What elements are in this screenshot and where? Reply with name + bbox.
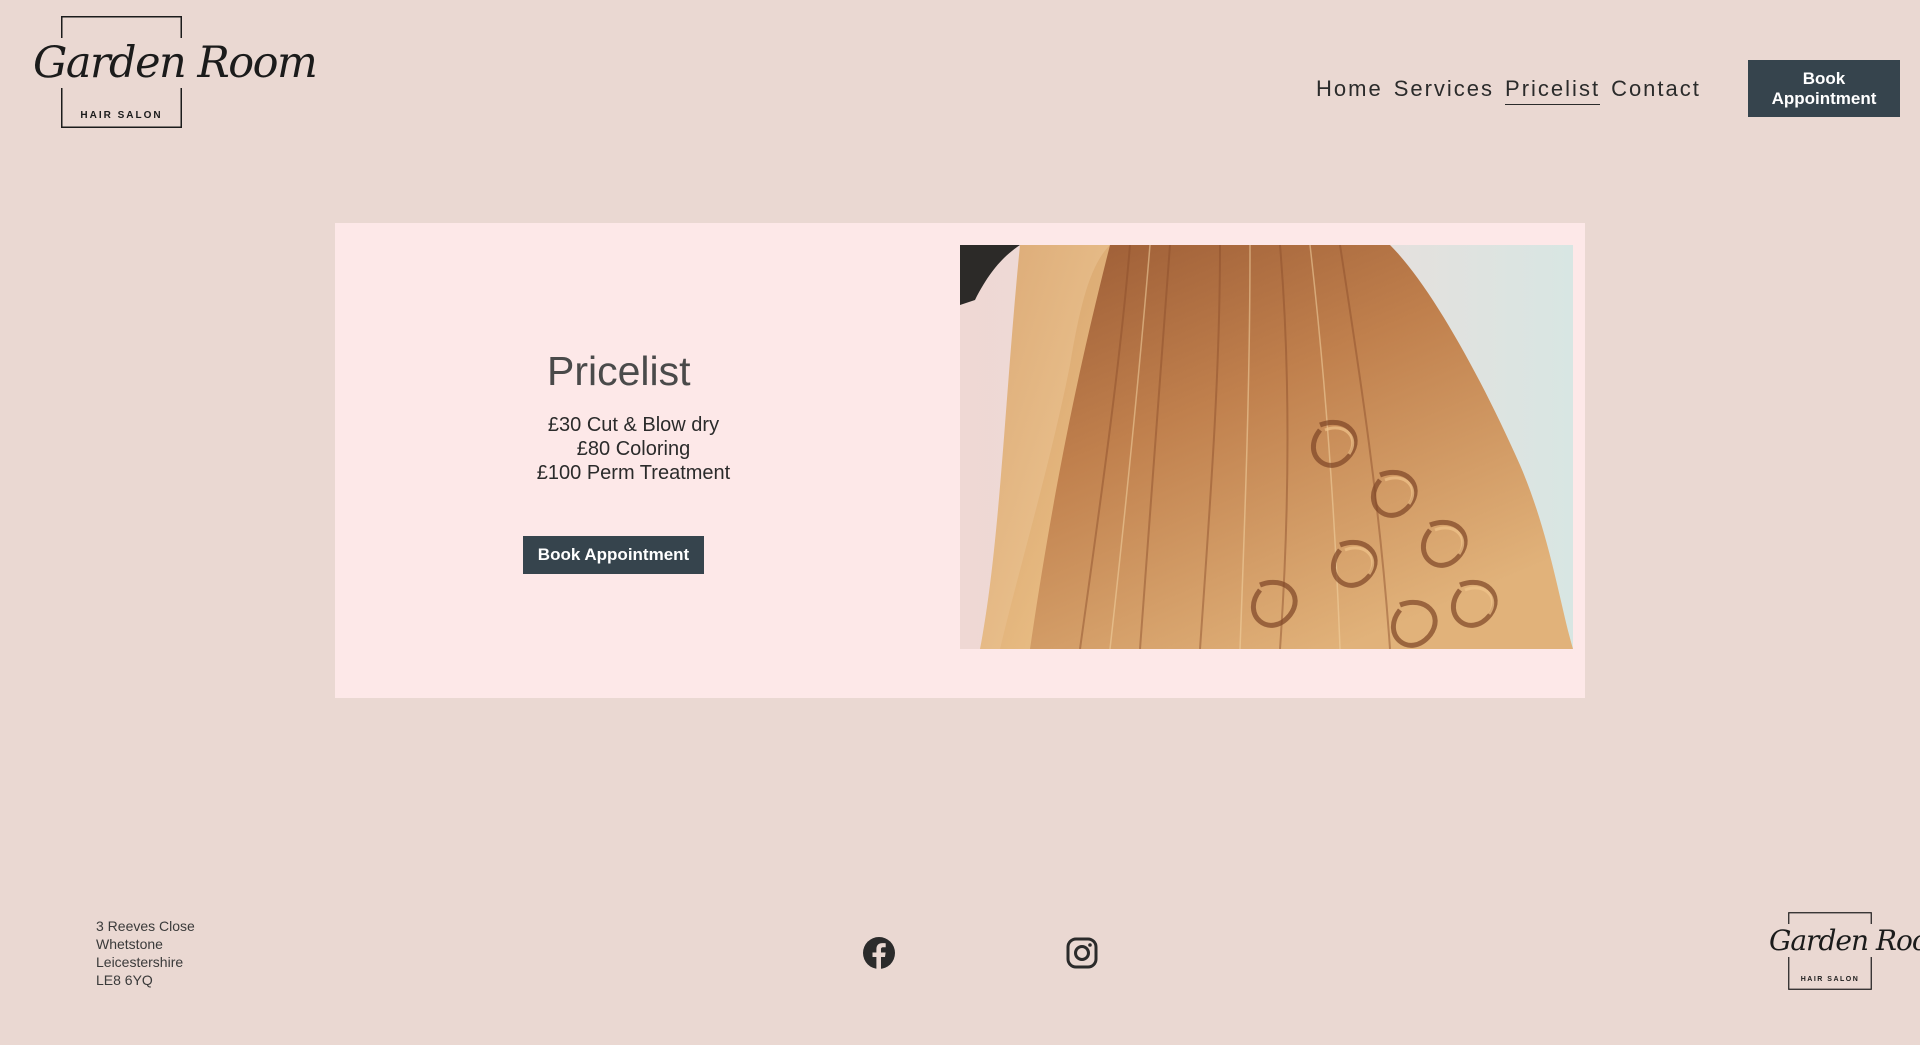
nav-pricelist[interactable]: Pricelist <box>1505 74 1601 105</box>
logo-script: Garden Room <box>31 38 318 88</box>
footer-logo[interactable]: Garden Room HAIR SALON <box>1766 910 1920 992</box>
pricelist-card: Pricelist £30 Cut & Blow dry £80 Colorin… <box>335 223 1585 698</box>
footer-logo-subtitle: HAIR SALON <box>1800 976 1860 983</box>
facebook-icon[interactable] <box>862 936 896 970</box>
hair-image <box>960 245 1573 649</box>
address: 3 Reeves Close Whetstone Leicestershire … <box>96 917 195 989</box>
address-line: Leicestershire <box>96 954 184 970</box>
nav-contact[interactable]: Contact <box>1611 74 1701 105</box>
logo-subtitle: HAIR SALON <box>80 110 163 121</box>
main-nav: Home Services Pricelist Contact <box>1316 74 1701 105</box>
price-item: £100 Perm Treatment <box>536 462 731 484</box>
nav-home[interactable]: Home <box>1316 74 1383 105</box>
price-item: £80 Coloring <box>576 438 691 460</box>
page-title: Pricelist <box>547 348 691 394</box>
address-line: Whetstone <box>96 936 163 952</box>
page: Garden Room HAIR SALON Home Services Pri… <box>0 0 1920 1045</box>
price-item: £30 Cut & Blow dry <box>547 414 720 436</box>
header-book-appointment-button[interactable]: Book Appointment <box>1748 60 1900 117</box>
nav-services[interactable]: Services <box>1394 74 1494 105</box>
instagram-icon[interactable] <box>1065 936 1099 970</box>
price-list: £30 Cut & Blow dry £80 Coloring £100 Per… <box>516 413 751 485</box>
address-line: 3 Reeves Close <box>96 918 195 934</box>
book-appointment-button[interactable]: Book Appointment <box>523 536 704 574</box>
footer-logo-script: Garden Room <box>1769 924 1920 957</box>
address-line: LE8 6YQ <box>96 972 153 988</box>
header-logo[interactable]: Garden Room HAIR SALON <box>31 16 318 131</box>
